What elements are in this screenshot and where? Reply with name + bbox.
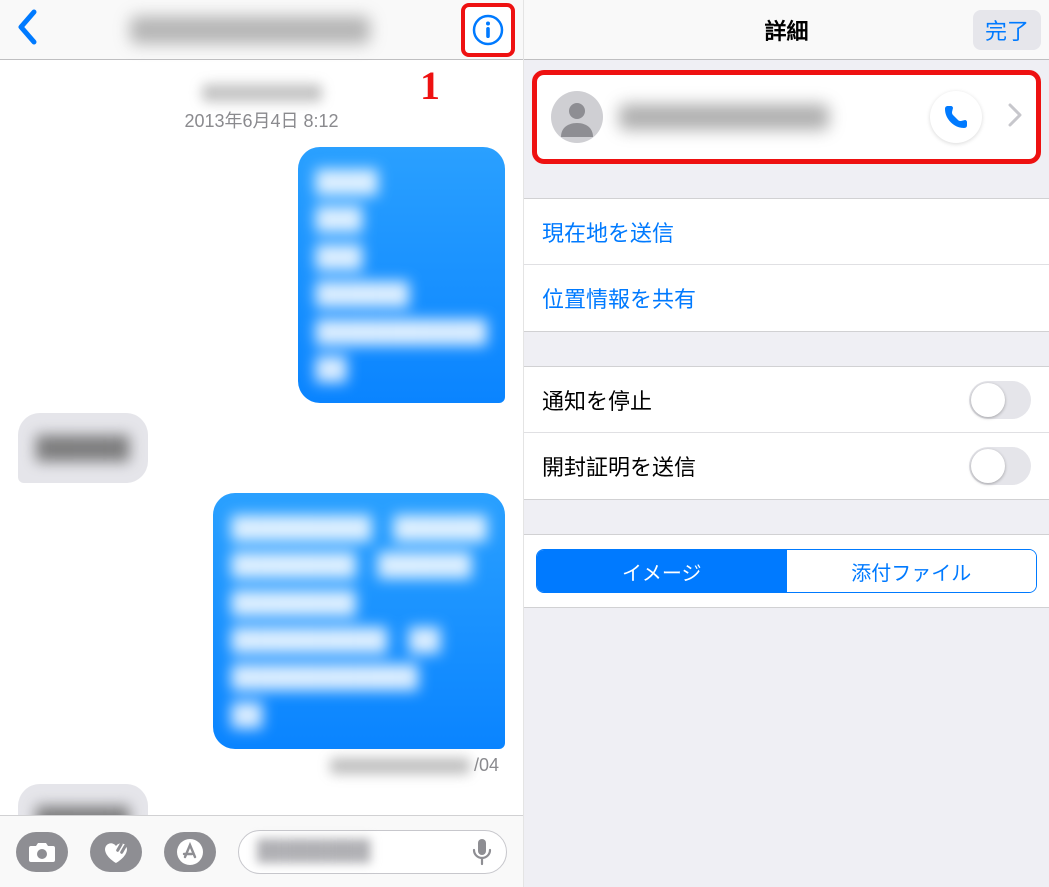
attachments-section: イメージ 添付ファイル xyxy=(524,534,1049,608)
read-receipts-cell: 開封証明を送信 xyxy=(524,433,1049,499)
done-button[interactable]: 完了 xyxy=(973,10,1041,50)
contact-number-redacted xyxy=(619,104,829,130)
outgoing-bubble[interactable]: █████████ ██████████████ ███████████████… xyxy=(213,493,505,749)
details-title: 詳細 xyxy=(764,14,808,46)
annotation-number-1: 1 xyxy=(420,62,440,109)
read-receipts-label: 開封証明を送信 xyxy=(542,450,696,482)
segment-attachments[interactable]: 添付ファイル xyxy=(787,550,1037,592)
message-text-redacted: ██████ xyxy=(36,429,130,466)
message-row-outgoing: █████████ ██████████████ ███████████████… xyxy=(18,493,505,749)
location-section: 現在地を送信 位置情報を共有 xyxy=(524,198,1049,332)
send-current-location-cell[interactable]: 現在地を送信 xyxy=(524,199,1049,265)
share-location-label: 位置情報を共有 xyxy=(542,282,696,314)
contact-number-redacted xyxy=(130,16,370,44)
dictate-button[interactable] xyxy=(464,834,500,870)
thread-header xyxy=(0,0,523,60)
incoming-bubble[interactable]: ██████ xyxy=(18,784,148,815)
digital-touch-button[interactable] xyxy=(90,832,142,872)
outgoing-bubble[interactable]: █████████████████████████████ xyxy=(298,147,505,403)
stamp-suffix: /04 xyxy=(474,755,499,775)
call-button[interactable] xyxy=(930,91,982,143)
details-pane: 詳細 完了 2 現在地を送信 位置情報を共有 通知を停止 開封証明を送信 xyxy=(524,0,1049,887)
message-row-incoming: ██████ xyxy=(18,784,505,815)
camera-button[interactable] xyxy=(16,832,68,872)
message-input[interactable]: ████████ xyxy=(238,830,507,874)
mute-switch[interactable] xyxy=(969,381,1031,419)
segment-images[interactable]: イメージ xyxy=(537,550,787,592)
incoming-bubble[interactable]: ██████ xyxy=(18,413,148,482)
message-row-incoming: ██████ xyxy=(18,413,505,482)
disclosure-chevron-icon[interactable] xyxy=(1008,103,1022,132)
annotation-highlight-2 xyxy=(532,70,1041,164)
message-placeholder-redacted: ████████ xyxy=(257,840,370,863)
notification-section: 通知を停止 開封証明を送信 xyxy=(524,366,1049,500)
details-header: 詳細 完了 xyxy=(524,0,1049,60)
send-current-location-label: 現在地を送信 xyxy=(542,216,674,248)
attachments-segmented-control: イメージ 添付ファイル xyxy=(536,549,1037,593)
message-text-redacted: ██████ xyxy=(36,800,130,815)
back-button[interactable] xyxy=(16,9,38,50)
read-receipts-switch[interactable] xyxy=(969,447,1031,485)
stamp-redacted xyxy=(330,758,470,774)
thread-title[interactable] xyxy=(38,16,461,44)
contact-avatar[interactable] xyxy=(551,91,603,143)
compose-bar: ████████ xyxy=(0,815,523,887)
message-thread[interactable]: 2013年6月4日 8:12 █████████████████████████… xyxy=(0,60,523,815)
app-store-button[interactable] xyxy=(164,832,216,872)
annotation-highlight-1 xyxy=(461,3,515,57)
delivery-stamp: /04 xyxy=(18,755,505,776)
mute-cell: 通知を停止 xyxy=(524,367,1049,433)
share-location-cell[interactable]: 位置情報を共有 xyxy=(524,265,1049,331)
mute-label: 通知を停止 xyxy=(542,384,652,416)
info-button[interactable] xyxy=(471,13,505,47)
message-text-redacted: █████████ ██████████████ ███████████████… xyxy=(231,509,487,733)
message-text-redacted: █████████████████████████████ xyxy=(316,163,487,387)
timestamp-date: 2013年6月4日 8:12 xyxy=(184,111,338,131)
timestamp-label-redacted xyxy=(202,84,322,102)
message-row-outgoing: █████████████████████████████ xyxy=(18,147,505,403)
messages-thread-pane: 1 2013年6月4日 8:12 ███████████████████████… xyxy=(0,0,524,887)
